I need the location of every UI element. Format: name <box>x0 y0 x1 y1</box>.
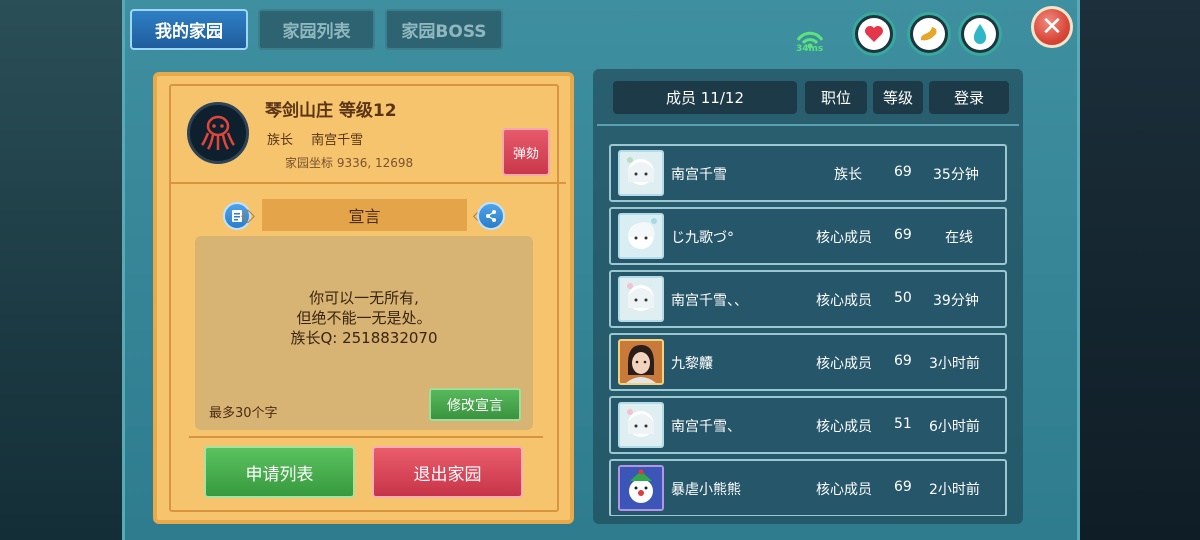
declaration-line: 但绝不能一无是处。 <box>296 309 432 327</box>
leader-label: 族长 <box>267 133 294 148</box>
divider <box>189 436 543 438</box>
declaration-line: 族长Q: 2518832070 <box>290 329 438 347</box>
member-row[interactable]: 南宫千雪、、 核心成员 50 39分钟 <box>609 270 1007 328</box>
member-list-panel: 成员 11/12 职位 等级 登录 南宫千雪 族长 69 35分钟 じ九歌づ° … <box>593 69 1023 524</box>
home-info-card: 琴剑山庄 等级12 族长 南宫千雪 家园坐标 9336, 12698 弹劾 ◇ … <box>153 72 574 524</box>
member-row[interactable]: じ九歌づ° 核心成员 69 在线 <box>609 207 1007 265</box>
home-name-level: 琴剑山庄 等级12 <box>265 101 397 121</box>
member-row[interactable]: 南宫千雪、 核心成员 51 6小时前 <box>609 396 1007 454</box>
member-login: 2小时前 <box>929 482 980 498</box>
member-name: じ九歌づ° <box>671 230 734 246</box>
member-login: 3小时前 <box>929 356 980 372</box>
member-position: 核心成员 <box>816 356 872 372</box>
member-name: 南宫千雪、、 <box>671 293 748 309</box>
declaration-box: 你可以一无所有, 但绝不能一无是处。 族长Q: 2518832070 最多30个… <box>195 236 533 430</box>
impeach-button[interactable]: 弹劾 <box>502 128 550 176</box>
member-row[interactable]: 九黎齉 核心成员 69 3小时前 <box>609 333 1007 391</box>
column-login[interactable]: 登录 <box>929 81 1009 114</box>
member-rows[interactable]: 南宫千雪 族长 69 35分钟 じ九歌づ° 核心成员 69 在线 南宫千雪、、 … <box>593 131 1023 516</box>
member-row[interactable]: 南宫千雪 族长 69 35分钟 <box>609 144 1007 202</box>
avatar <box>618 339 664 385</box>
avatar <box>618 150 664 196</box>
member-row[interactable]: 暴虐小熊熊 核心成员 69 2小时前 <box>609 459 1007 516</box>
tab-home-boss[interactable]: 家园BOSS <box>385 9 503 50</box>
heart-icon <box>858 18 890 50</box>
member-login: 39分钟 <box>933 293 979 309</box>
column-level[interactable]: 等级 <box>873 81 923 114</box>
member-position: 核心成员 <box>816 482 872 498</box>
hunger-orb[interactable] <box>907 12 951 56</box>
member-level: 51 <box>894 416 912 432</box>
avatar <box>618 213 664 259</box>
ornament-left-icon: ◇ <box>241 205 255 226</box>
member-login: 在线 <box>945 230 973 246</box>
member-level: 69 <box>894 227 912 243</box>
leave-home-button[interactable]: 退出家园 <box>372 446 523 498</box>
food-icon <box>913 18 945 50</box>
member-level: 69 <box>894 479 912 495</box>
water-drop-icon <box>964 18 996 50</box>
ping-readout: 34ms <box>796 44 824 54</box>
column-position[interactable]: 职位 <box>805 81 867 114</box>
home-emblem-octopus-icon <box>187 102 249 164</box>
leader-name: 南宫千雪 <box>311 133 364 148</box>
tab-home-list[interactable]: 家园列表 <box>258 9 375 50</box>
member-name: 暴虐小熊熊 <box>671 482 741 498</box>
avatar <box>618 276 664 322</box>
leader-info: 族长 南宫千雪 <box>267 129 363 148</box>
apply-list-button[interactable]: 申请列表 <box>204 446 355 498</box>
member-level: 69 <box>894 164 912 180</box>
declaration-text: 你可以一无所有, 但绝不能一无是处。 族长Q: 2518832070 <box>195 288 533 348</box>
member-name: 南宫千雪、 <box>671 419 741 435</box>
member-name: 九黎齉 <box>671 356 713 372</box>
health-orb[interactable] <box>852 12 896 56</box>
member-position: 核心成员 <box>816 230 872 246</box>
declaration-line: 你可以一无所有, <box>309 289 419 307</box>
char-limit-hint: 最多30个字 <box>209 406 278 421</box>
member-login: 35分钟 <box>933 167 979 183</box>
member-login: 6小时前 <box>929 419 980 435</box>
member-position: 核心成员 <box>816 293 872 309</box>
column-members[interactable]: 成员 11/12 <box>613 81 797 114</box>
member-position: 核心成员 <box>816 419 872 435</box>
home-coordinates: 家园坐标 9336, 12698 <box>285 156 414 170</box>
avatar <box>618 402 664 448</box>
divider <box>169 182 566 184</box>
avatar <box>618 465 664 511</box>
member-level: 69 <box>894 353 912 369</box>
member-level: 50 <box>894 290 912 306</box>
tab-my-home[interactable]: 我的家园 <box>130 9 248 50</box>
close-button[interactable]: ✕ <box>1031 6 1073 48</box>
close-icon: ✕ <box>1041 12 1063 42</box>
declaration-title: 宣言 <box>262 199 467 231</box>
member-name: 南宫千雪 <box>671 167 727 183</box>
thirst-orb[interactable] <box>958 12 1002 56</box>
background-right <box>1075 0 1200 540</box>
divider <box>597 124 1019 126</box>
background-left <box>0 0 125 540</box>
member-position: 族长 <box>834 167 862 183</box>
edit-declaration-button[interactable]: 修改宣言 <box>429 388 521 421</box>
share-icon[interactable] <box>477 202 505 230</box>
